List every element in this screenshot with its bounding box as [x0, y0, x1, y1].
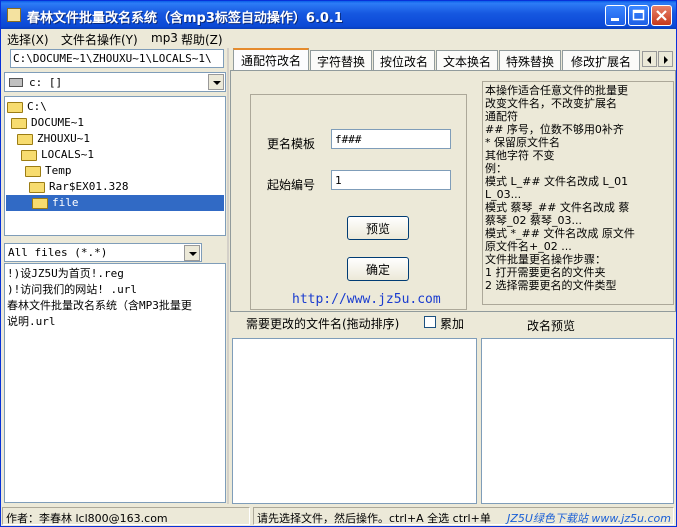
- title-bar[interactable]: 春林文件批量改名系统（含mp3标签自动操作）6.0.1: [1, 1, 676, 29]
- file-type-filter[interactable]: All files (*.*): [4, 243, 202, 262]
- help-text-box[interactable]: 本操作适合任意文件的批量更 改变文件名，不改变扩展名 通配符 ## 序号，位数不…: [482, 81, 674, 305]
- minimize-button[interactable]: [605, 5, 626, 26]
- folder-tree[interactable]: C:\ DOCUME~1 ZHOUXU~1 LOCALS~1 Temp Rar$…: [4, 96, 226, 236]
- help-line: 2 选择需要更名的文件类型: [485, 279, 617, 292]
- tree-item[interactable]: DOCUME~1: [11, 115, 211, 131]
- tab-text-rename[interactable]: 文本换名: [436, 50, 498, 70]
- drive-label: c: []: [29, 76, 63, 89]
- tab-wildcard-rename[interactable]: 通配符改名: [233, 48, 309, 70]
- tab-strip: 通配符改名 字符替换 按位改名 文本换名 特殊替换 修改扩展名: [230, 48, 676, 70]
- preview-button[interactable]: 预览: [347, 216, 409, 240]
- preview-header: 改名预览: [527, 319, 576, 333]
- website-link[interactable]: http://www.jz5u.com: [292, 292, 441, 307]
- help-line: 通配符: [485, 110, 518, 123]
- help-line: 改变文件名，不改变扩展名: [485, 97, 617, 110]
- tree-item-label: file: [52, 196, 79, 209]
- folder-icon: [17, 134, 33, 145]
- app-window: 春林文件批量改名系统（含mp3标签自动操作）6.0.1 选择(X) 文件名操作(…: [0, 0, 677, 527]
- drive-select[interactable]: c: []: [4, 72, 226, 92]
- tree-item-label: C:\: [27, 100, 47, 113]
- template-label: 更名模板: [267, 137, 316, 151]
- accumulate-label: 累加: [440, 317, 465, 331]
- help-line: 本操作适合任意文件的批量更: [485, 84, 628, 97]
- close-button[interactable]: [651, 5, 672, 26]
- menu-select[interactable]: 选择(X): [7, 31, 49, 48]
- splitter[interactable]: [227, 48, 229, 504]
- status-message: 请先选择文件，然后操作。ctrl+A 全选 ctrl+单 JZ5U绿色下载站 w…: [253, 507, 674, 525]
- filter-label: All files (*.*): [8, 246, 108, 259]
- maximize-icon: [632, 9, 645, 21]
- folder-icon: [29, 182, 45, 193]
- minimize-icon: [611, 18, 619, 21]
- help-line: 模式 蔡琴_## 文件名改成 蔡: [485, 201, 630, 214]
- tab-scroll-left-icon[interactable]: [642, 51, 657, 67]
- tree-item[interactable]: ZHOUXU~1: [17, 131, 217, 147]
- list-item[interactable]: 春林文件批量改名系统（含MP3批量更: [7, 297, 192, 313]
- tree-item-label: LOCALS~1: [41, 148, 94, 161]
- tree-item-label: Rar$EX01.328: [49, 180, 129, 193]
- source-files-list[interactable]: [232, 338, 477, 504]
- watermark: JZ5U绿色下载站 www.jz5u.com: [507, 512, 671, 525]
- help-line: 其他字符 不变: [485, 149, 555, 162]
- folder-icon: [7, 102, 23, 113]
- menu-bar: 选择(X) 文件名操作(Y) mp3 帮助(Z): [1, 29, 676, 47]
- help-line: 例：: [485, 162, 507, 175]
- tab-scroll-right-icon[interactable]: [658, 51, 673, 67]
- folder-icon: [21, 150, 37, 161]
- help-line: 1 打开需要更名的文件夹: [485, 266, 606, 279]
- start-number-label: 起始编号: [267, 178, 316, 192]
- rename-preview-list[interactable]: [481, 338, 674, 504]
- app-icon: [7, 8, 21, 22]
- help-line: 模式 L_## 文件名改成 L_01: [485, 175, 629, 188]
- tree-item-selected[interactable]: file: [6, 195, 224, 211]
- list-item[interactable]: )!访问我们的网站! .url: [7, 281, 137, 297]
- status-author: 作者：李春林 lcl800@163.com: [2, 507, 250, 525]
- help-line: * 保留原文件名: [485, 136, 560, 149]
- menu-mp3[interactable]: mp3: [151, 31, 178, 45]
- start-number-input[interactable]: [331, 170, 451, 190]
- menu-filename-ops[interactable]: 文件名操作(Y): [61, 31, 138, 48]
- tree-item[interactable]: LOCALS~1: [21, 147, 211, 163]
- status-message-text: 请先选择文件，然后操作。ctrl+A 全选 ctrl+单: [257, 512, 491, 525]
- help-line: 文件批量更名操作步骤：: [485, 253, 606, 266]
- file-list[interactable]: !)设JZ5U为首页!.reg )!访问我们的网站! .url 春林文件批量改名…: [4, 263, 226, 503]
- help-line: ## 序号，位数不够用0补齐: [485, 123, 624, 136]
- source-files-header: 需要更改的文件名(拖动排序): [246, 317, 400, 331]
- help-line: 模式 *_## 文件名改成 原文件: [485, 227, 635, 240]
- tab-char-replace[interactable]: 字符替换: [310, 50, 372, 70]
- tab-special-replace[interactable]: 特殊替换: [499, 50, 561, 70]
- tab-modify-extension[interactable]: 修改扩展名: [562, 50, 640, 70]
- help-line: 原文件名+_02 ...: [485, 240, 572, 253]
- chevron-down-icon[interactable]: [208, 74, 224, 90]
- maximize-button[interactable]: [628, 5, 649, 26]
- help-line: 蔡琴_02 蔡琴_03...: [485, 214, 582, 227]
- tree-item-label: Temp: [45, 164, 72, 177]
- list-item[interactable]: !)设JZ5U为首页!.reg: [7, 265, 124, 281]
- status-bar: 作者：李春林 lcl800@163.com 请先选择文件，然后操作。ctrl+A…: [1, 505, 676, 526]
- tree-item-label: ZHOUXU~1: [37, 132, 90, 145]
- help-line: L_03...: [485, 188, 522, 201]
- drive-icon: [9, 78, 23, 87]
- tree-item[interactable]: Rar$EX01.328: [29, 179, 219, 195]
- confirm-button[interactable]: 确定: [347, 257, 409, 281]
- list-item[interactable]: 说明.url: [7, 313, 56, 329]
- menu-help[interactable]: 帮助(Z): [181, 31, 223, 48]
- chevron-down-icon[interactable]: [184, 245, 200, 261]
- folder-icon: [25, 166, 41, 177]
- close-icon: [656, 10, 667, 21]
- window-title: 春林文件批量改名系统（含mp3标签自动操作）6.0.1: [27, 11, 343, 26]
- tree-item-label: DOCUME~1: [31, 116, 84, 129]
- folder-icon: [11, 118, 27, 129]
- current-path: C:\DOCUME~1\ZHOUXU~1\LOCALS~1\: [10, 49, 224, 68]
- tree-item[interactable]: C:\: [7, 99, 207, 115]
- accumulate-checkbox[interactable]: [424, 316, 436, 328]
- template-input[interactable]: [331, 129, 451, 149]
- tree-item[interactable]: Temp: [25, 163, 215, 179]
- tab-position-rename[interactable]: 按位改名: [373, 50, 435, 70]
- folder-open-icon: [32, 198, 48, 209]
